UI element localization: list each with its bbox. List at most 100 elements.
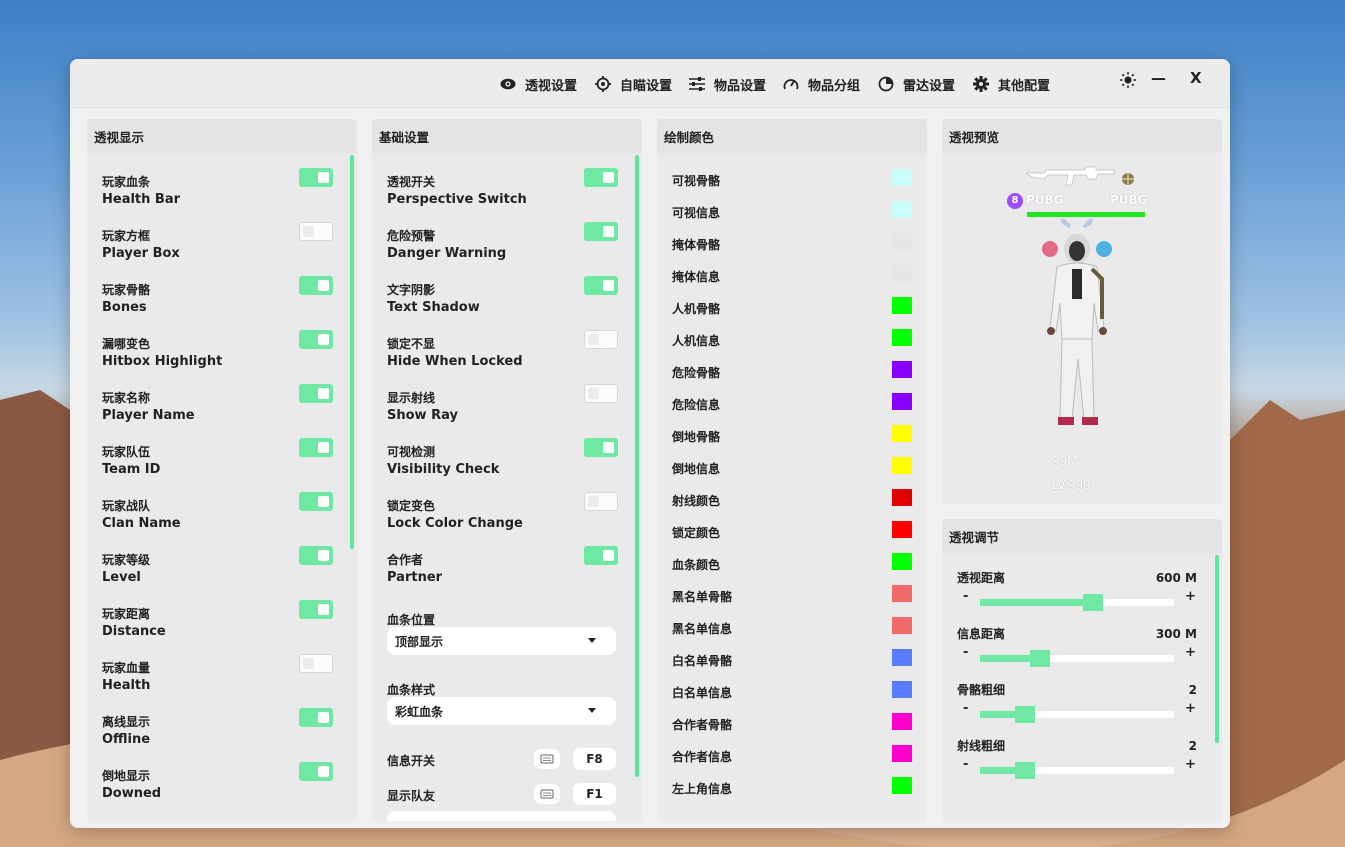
slider-thumb[interactable] [1083, 594, 1103, 611]
tab-esp-settings[interactable]: 透视设置 [500, 73, 577, 95]
keyboard-icon[interactable] [534, 784, 560, 804]
toggle-switch[interactable] [299, 276, 333, 295]
increase-button[interactable]: + [1185, 701, 1196, 716]
tab-radar-settings[interactable]: 雷达设置 [878, 73, 955, 95]
partial-select[interactable] [387, 811, 616, 821]
setting-label-en: Hitbox Highlight [102, 354, 223, 369]
toggle-switch[interactable] [299, 222, 333, 241]
color-swatch[interactable] [892, 585, 912, 602]
health-bar-style-select[interactable]: 彩虹血条 [387, 697, 616, 725]
color-swatch[interactable] [892, 393, 912, 410]
slider-track[interactable] [980, 594, 1174, 611]
toggle-switch[interactable] [299, 708, 333, 727]
sun-icon[interactable] [1120, 72, 1136, 88]
color-swatch[interactable] [892, 521, 912, 538]
decrease-button[interactable]: - [963, 701, 968, 716]
decrease-button[interactable]: - [963, 757, 968, 772]
keyboard-icon[interactable] [534, 749, 560, 769]
setting-label-zh: 玩家战队 [102, 499, 151, 513]
color-swatch[interactable] [892, 297, 912, 314]
toggle-switch[interactable] [299, 546, 333, 565]
info-toggle-hotkey[interactable]: F8 [573, 748, 616, 770]
toggle-knob [318, 604, 329, 615]
tab-aim-settings[interactable]: 自瞄设置 [595, 73, 672, 95]
color-swatch[interactable] [892, 649, 912, 666]
color-swatch[interactable] [892, 201, 912, 218]
increase-button[interactable]: + [1185, 645, 1196, 660]
color-swatch[interactable] [892, 745, 912, 762]
basic-settings-list: 血条位置 顶部显示 血条样式 彩虹血条 信息开关 F8 显示队友 F1 透视开关… [372, 153, 642, 821]
app-window: 透视设置 自瞄设置 物品设置 物品分组 雷达设置 其他配置 — X 透视显示 玩… [70, 59, 1230, 828]
toggle-switch[interactable] [584, 330, 618, 349]
setting-row: 锁定不显 Hide When Locked [387, 335, 617, 383]
toggle-switch[interactable] [299, 762, 333, 781]
tab-item-settings[interactable]: 物品设置 [689, 73, 766, 95]
setting-row: 玩家骨骼 Bones [102, 281, 332, 329]
health-bar-fill [1027, 212, 1145, 217]
color-row: 危险骨骼 [672, 361, 912, 383]
color-swatch[interactable] [892, 617, 912, 634]
scrollbar[interactable] [1215, 555, 1219, 743]
toggle-switch[interactable] [584, 276, 618, 295]
toggle-knob [303, 658, 314, 669]
toggle-switch[interactable] [584, 168, 618, 187]
slider-track[interactable] [980, 762, 1174, 779]
color-swatch[interactable] [892, 713, 912, 730]
scrollbar[interactable] [635, 155, 639, 777]
toggle-knob [603, 172, 614, 183]
tab-other-config[interactable]: 其他配置 [973, 73, 1050, 95]
color-label: 锁定颜色 [672, 526, 721, 540]
minimize-button[interactable]: — [1151, 69, 1166, 87]
color-swatch[interactable] [892, 265, 912, 282]
color-swatch[interactable] [892, 425, 912, 442]
panel-title: 绘制颜色 [664, 130, 715, 145]
show-teammates-hotkey[interactable]: F1 [573, 783, 616, 805]
toggle-switch[interactable] [584, 384, 618, 403]
tab-item-groups[interactable]: 物品分组 [783, 73, 860, 95]
color-swatch[interactable] [892, 169, 912, 186]
decrease-button[interactable]: - [963, 645, 968, 660]
gear-icon [973, 76, 989, 92]
setting-label-en: Health [102, 678, 151, 693]
color-swatch[interactable] [892, 329, 912, 346]
toggle-switch[interactable] [584, 546, 618, 565]
health-bar-position-select[interactable]: 顶部显示 [387, 627, 616, 655]
toggle-switch[interactable] [299, 654, 333, 673]
slider-thumb[interactable] [1015, 706, 1035, 723]
toggle-switch[interactable] [299, 600, 333, 619]
color-label: 人机信息 [672, 334, 721, 348]
increase-button[interactable]: + [1185, 757, 1196, 772]
setting-label-zh: 透视开关 [387, 175, 436, 189]
setting-row: 漏哪变色 Hitbox Highlight [102, 335, 332, 383]
color-row: 掩体骨骼 [672, 233, 912, 255]
scrollbar[interactable] [350, 155, 354, 549]
color-label: 掩体骨骼 [672, 238, 721, 252]
esp-adjust-panel: 透视调节 透视距离 600 M - + 信息距离 300 M - + 骨骼粗细 2 - + 射线粗细 2 -… [942, 519, 1222, 821]
slider-track[interactable] [980, 706, 1174, 723]
slider-thumb[interactable] [1030, 650, 1050, 667]
toggle-switch[interactable] [299, 492, 333, 511]
slider-thumb[interactable] [1015, 762, 1035, 779]
color-swatch[interactable] [892, 553, 912, 570]
color-row: 左上角信息 [672, 777, 912, 799]
color-swatch[interactable] [892, 233, 912, 250]
color-swatch[interactable] [892, 489, 912, 506]
slider-track[interactable] [980, 650, 1174, 667]
color-swatch[interactable] [892, 777, 912, 794]
decrease-button[interactable]: - [963, 589, 968, 604]
toggle-switch[interactable] [299, 168, 333, 187]
panel-title: 透视预览 [949, 130, 1000, 145]
color-swatch[interactable] [892, 681, 912, 698]
toggle-switch[interactable] [584, 492, 618, 511]
increase-button[interactable]: + [1185, 589, 1196, 604]
toggle-knob [588, 334, 599, 345]
toggle-switch[interactable] [584, 222, 618, 241]
toggle-switch[interactable] [299, 384, 333, 403]
color-swatch[interactable] [892, 361, 912, 378]
color-swatch[interactable] [892, 457, 912, 474]
toggle-switch[interactable] [299, 438, 333, 457]
toggle-switch[interactable] [299, 330, 333, 349]
setting-label-zh: 玩家血量 [102, 661, 151, 675]
toggle-switch[interactable] [584, 438, 618, 457]
close-button[interactable]: X [1190, 69, 1202, 87]
